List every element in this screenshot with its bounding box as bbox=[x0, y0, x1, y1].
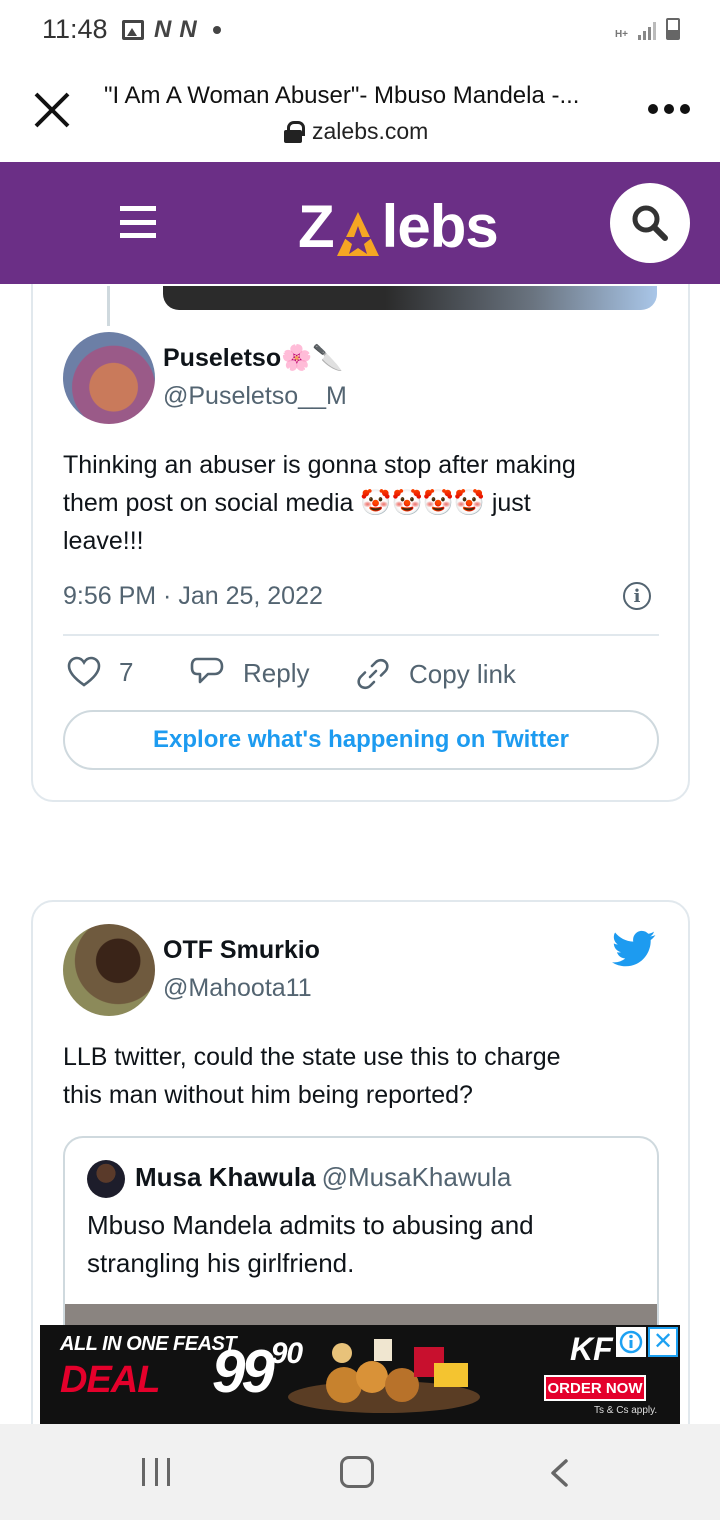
netflix-notification-icon: N bbox=[154, 16, 171, 43]
ad-terms: Ts & Cs apply. bbox=[594, 1405, 658, 1416]
link-icon bbox=[357, 658, 389, 690]
page-title: "I Am A Woman Abuser"- Mbuso Mandela -..… bbox=[104, 82, 580, 109]
clown-emoji: 🤡🤡🤡🤡 bbox=[360, 489, 485, 517]
avatar[interactable] bbox=[63, 924, 155, 1016]
url-display[interactable]: zalebs.com bbox=[284, 118, 428, 145]
netflix-notification-icon-2: N bbox=[179, 16, 196, 43]
ad-deal-label: DEAL bbox=[60, 1359, 160, 1401]
quoted-user[interactable]: Musa Khawula @MusaKhawula bbox=[135, 1162, 511, 1193]
thread-connector bbox=[107, 286, 110, 326]
ad-close-icon[interactable]: ✕ bbox=[648, 1327, 678, 1357]
logo-prefix: Z bbox=[298, 193, 335, 260]
status-time: 11:48 bbox=[42, 14, 108, 44]
ad-headline: ALL IN ONE FEAST bbox=[60, 1333, 237, 1355]
site-logo[interactable]: Z lebs bbox=[298, 192, 499, 261]
hamburger-icon[interactable] bbox=[120, 206, 156, 238]
more-options-icon[interactable] bbox=[648, 104, 690, 114]
lock-icon bbox=[284, 120, 305, 143]
copy-link-button[interactable]: Copy link bbox=[355, 656, 516, 692]
user-name[interactable]: Puseletso🌸🔪 bbox=[163, 344, 343, 373]
article-content: Puseletso🌸🔪 @Puseletso__M Thinking an ab… bbox=[0, 284, 720, 1424]
battery-icon bbox=[666, 18, 680, 40]
like-count: 7 bbox=[119, 656, 134, 687]
user-name[interactable]: OTF Smurkio bbox=[163, 936, 320, 965]
tweet-timestamp[interactable]: 9:56 PM · Jan 25, 2022 bbox=[63, 582, 323, 611]
food-image bbox=[288, 1339, 480, 1413]
signal-strength-icon bbox=[638, 20, 656, 40]
divider bbox=[63, 634, 659, 636]
twitter-bird-icon[interactable] bbox=[612, 930, 656, 968]
embedded-tweet[interactable]: Puseletso🌸🔪 @Puseletso__M Thinking an ab… bbox=[31, 284, 690, 802]
logo-star-a-icon bbox=[335, 203, 381, 256]
reply-label: Reply bbox=[243, 657, 310, 688]
status-bar: 11:48 N N H+ bbox=[0, 0, 720, 62]
recent-apps-icon[interactable] bbox=[142, 1458, 170, 1486]
copy-link-label: Copy link bbox=[409, 658, 516, 689]
site-header: Z lebs bbox=[0, 162, 720, 284]
system-navigation-bar bbox=[0, 1424, 720, 1520]
gallery-notification-icon bbox=[122, 20, 144, 40]
ad-brand-logo: KF bbox=[570, 1331, 613, 1367]
status-notification-icons: N N bbox=[122, 16, 221, 44]
reply-button[interactable]: Reply bbox=[189, 656, 309, 690]
heart-icon bbox=[67, 656, 101, 687]
logo-suffix: lebs bbox=[381, 193, 499, 260]
search-button[interactable] bbox=[610, 183, 690, 263]
home-icon[interactable] bbox=[340, 1456, 374, 1488]
user-handle[interactable]: @Puseletso__M bbox=[163, 382, 347, 411]
status-system-icons: H+ bbox=[615, 18, 680, 40]
ad-banner[interactable]: ALL IN ONE FEAST DEAL 9990 KF ✕ ORDER NO… bbox=[40, 1325, 680, 1424]
close-icon[interactable] bbox=[32, 90, 72, 130]
name-emoji: 🌸🔪 bbox=[281, 344, 344, 372]
browser-toolbar: "I Am A Woman Abuser"- Mbuso Mandela -..… bbox=[0, 62, 720, 162]
like-button[interactable]: 7 bbox=[67, 656, 133, 688]
info-icon[interactable]: i bbox=[623, 582, 651, 610]
avatar[interactable] bbox=[87, 1160, 125, 1198]
user-handle[interactable]: @Mahoota11 bbox=[163, 974, 312, 1003]
adchoices-info-icon[interactable] bbox=[616, 1327, 646, 1357]
avatar[interactable] bbox=[63, 332, 155, 424]
tweet-text: Thinking an abuser is gonna stop after m… bbox=[63, 451, 576, 555]
ad-order-now-button[interactable]: ORDER NOW bbox=[544, 1375, 646, 1401]
search-icon bbox=[632, 205, 668, 241]
reply-icon bbox=[190, 657, 224, 684]
previous-tweet-media[interactable] bbox=[163, 286, 657, 310]
more-notifications-dot-icon bbox=[212, 26, 221, 34]
network-type-label: H+ bbox=[614, 29, 628, 40]
explore-twitter-button[interactable]: Explore what's happening on Twitter bbox=[63, 710, 659, 770]
tweet-text: LLB twitter, could the state use this to… bbox=[63, 1043, 561, 1109]
back-icon[interactable] bbox=[548, 1458, 570, 1488]
quoted-tweet-text: Mbuso Mandela admits to abusing and stra… bbox=[87, 1210, 534, 1278]
url-text: zalebs.com bbox=[312, 118, 429, 144]
